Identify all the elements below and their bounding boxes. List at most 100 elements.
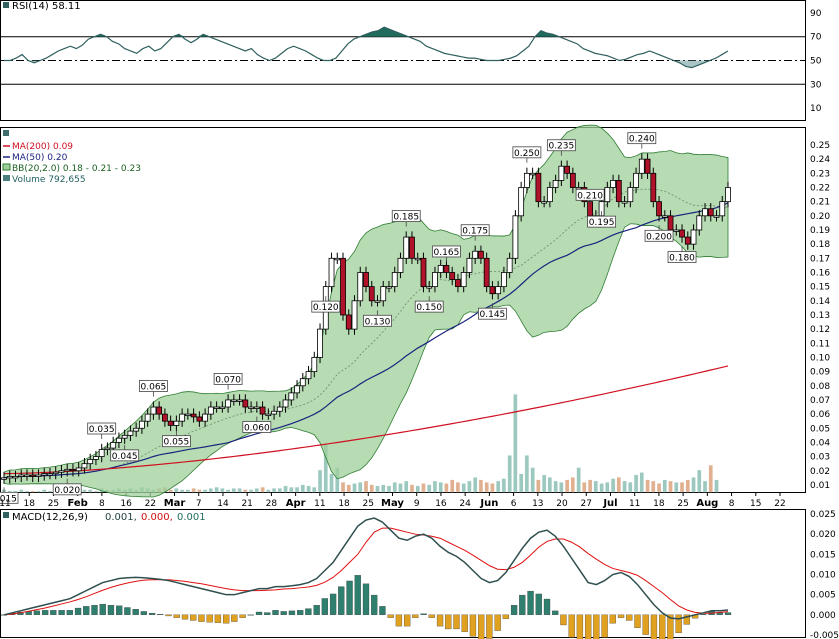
macd-histogram-bar bbox=[313, 605, 320, 615]
macd-histogram-bar bbox=[50, 610, 57, 615]
volume-bar bbox=[369, 484, 374, 493]
macd-histogram-bar bbox=[83, 606, 90, 615]
macd-histogram-bar bbox=[634, 614, 641, 628]
volume-bar bbox=[576, 467, 581, 493]
price-tick-label: 0.23 bbox=[810, 169, 830, 179]
volume-bar bbox=[386, 485, 392, 493]
candle-body bbox=[305, 371, 312, 380]
macd-histogram-bar bbox=[428, 614, 435, 618]
candle-body bbox=[546, 187, 553, 203]
volume-bar bbox=[541, 474, 547, 493]
candle-body bbox=[512, 215, 519, 259]
x-axis-label: 16 bbox=[435, 499, 447, 509]
macd-histogram-bar bbox=[543, 598, 551, 615]
macd-histogram-bar bbox=[395, 614, 403, 627]
price-tick-label: 0.14 bbox=[810, 297, 830, 307]
candle-body bbox=[449, 272, 456, 280]
volume-bar bbox=[260, 486, 265, 493]
price-tick-label: 0.25 bbox=[810, 141, 830, 151]
volume-bar bbox=[605, 482, 610, 493]
candle-body bbox=[288, 392, 295, 401]
volume-bar bbox=[691, 477, 696, 493]
price-tick-label: 0.02 bbox=[810, 467, 830, 477]
macd-histogram-bar bbox=[99, 603, 106, 615]
candle-body bbox=[98, 449, 105, 457]
volume-bar bbox=[490, 483, 495, 493]
macd-histogram-bar bbox=[132, 609, 139, 615]
volume-bar bbox=[329, 473, 334, 493]
volume-bar bbox=[47, 490, 53, 493]
candle-body bbox=[552, 180, 559, 188]
x-axis-label: Jul bbox=[602, 498, 617, 509]
volume-bar bbox=[518, 473, 524, 493]
callout-label: 0.200 bbox=[646, 232, 672, 242]
macd-histogram-bar bbox=[247, 614, 254, 616]
candle-body bbox=[213, 406, 220, 409]
candle-body bbox=[696, 215, 703, 231]
macd-histogram-bar bbox=[626, 614, 633, 621]
macd-histogram-bar bbox=[329, 593, 337, 615]
price-tick-label: 0.22 bbox=[810, 183, 830, 193]
candle-body bbox=[58, 470, 65, 473]
candle-body bbox=[656, 201, 662, 217]
volume-bar bbox=[432, 480, 438, 493]
callout-label: 0.145 bbox=[480, 310, 506, 320]
candle-body bbox=[139, 420, 145, 429]
candle-body bbox=[150, 406, 157, 415]
macd-histogram-bar bbox=[190, 614, 197, 621]
candle-body bbox=[230, 399, 237, 402]
candle-body bbox=[190, 413, 197, 418]
candle-body bbox=[702, 208, 708, 217]
candle-body bbox=[253, 406, 260, 409]
volume-bar bbox=[547, 477, 553, 493]
macd-histogram-bar bbox=[502, 614, 510, 619]
x-axis-label: 11 bbox=[0, 499, 11, 509]
volume-bar bbox=[24, 490, 30, 493]
macd-histogram-bar bbox=[354, 575, 361, 615]
volume-bar bbox=[450, 479, 455, 493]
candle-body bbox=[644, 158, 651, 174]
volume-bar bbox=[593, 480, 598, 493]
x-axis-label: 25 bbox=[48, 499, 59, 509]
callout-label: 0.195 bbox=[589, 218, 615, 228]
volume-bar bbox=[202, 489, 208, 493]
volume-bar bbox=[197, 489, 202, 493]
volume-bar bbox=[427, 484, 432, 493]
price-tick-label: 0.19 bbox=[810, 226, 830, 236]
volume-bar bbox=[651, 480, 656, 493]
price-tick-label: 0.10 bbox=[810, 353, 830, 363]
volume-bar bbox=[312, 486, 317, 493]
macd-histogram-bar bbox=[305, 608, 312, 615]
volume-bar bbox=[283, 485, 288, 493]
volume-bar bbox=[697, 469, 702, 493]
candle-body bbox=[374, 300, 381, 303]
macd-tick-label: 0.005 bbox=[810, 591, 836, 601]
candle-body bbox=[179, 413, 186, 422]
price-tick-label: 0.07 bbox=[810, 396, 830, 406]
candle-body bbox=[236, 399, 243, 402]
ma200-label: MA(200) 0.09 bbox=[12, 142, 73, 152]
macd-histogram-bar bbox=[527, 590, 534, 615]
candle-body bbox=[64, 468, 71, 472]
macd-histogram-bar bbox=[297, 610, 304, 615]
macd-histogram-bar bbox=[91, 605, 98, 615]
price-tick-label: 0.06 bbox=[810, 410, 830, 420]
price-tick-label: 0.20 bbox=[810, 212, 830, 222]
price-tick-label: 0.17 bbox=[810, 254, 830, 264]
macd-tick-label: 0.000 bbox=[810, 611, 836, 621]
candle-body bbox=[707, 208, 714, 217]
volume-bar bbox=[237, 488, 242, 493]
candle-body bbox=[47, 473, 53, 476]
macd-histogram-bar bbox=[642, 614, 649, 635]
callout-label: 0.130 bbox=[365, 317, 391, 327]
callout-label: 0.175 bbox=[462, 227, 488, 237]
candle-body bbox=[615, 180, 622, 203]
x-axis-label: Jun bbox=[479, 498, 498, 509]
candle-body bbox=[317, 328, 323, 358]
x-axis-label: 13 bbox=[532, 499, 543, 509]
volume-bar bbox=[191, 488, 196, 493]
x-axis-label: 28 bbox=[266, 499, 278, 509]
macd-legend-icon bbox=[3, 512, 9, 518]
candle-body bbox=[673, 229, 680, 232]
x-axis-label: 8 bbox=[99, 499, 105, 509]
